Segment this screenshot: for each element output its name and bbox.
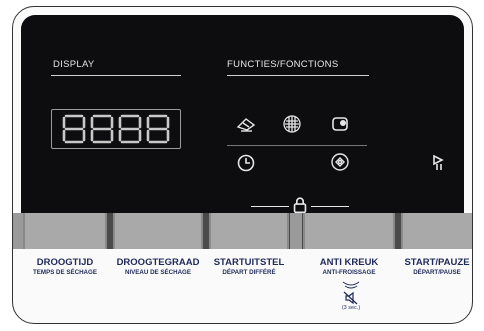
- drying-time-label: DROOGTIJD: [36, 257, 94, 268]
- drying-level-button[interactable]: [113, 213, 203, 249]
- lock-line-left: [251, 206, 289, 207]
- three-seconds-label: (3 sec.): [341, 305, 361, 311]
- functions-rule: [227, 75, 369, 76]
- functions-label: FUNCTIES/FONCTIONS: [227, 59, 339, 70]
- display-label: DISPLAY: [53, 59, 95, 70]
- mute-icon: [343, 291, 359, 305]
- play-pause-icon: [427, 151, 449, 173]
- control-panel-bezel: DISPLAY FUNCTIES/FONCTIONS 8888: [12, 6, 473, 324]
- delay-start-button[interactable]: [209, 213, 289, 249]
- timer-icon: [235, 151, 257, 173]
- delay-start-label: STARTUITSTEL: [213, 257, 285, 268]
- rack-icon: [329, 113, 351, 135]
- sound-waves-icon: [339, 279, 363, 291]
- display-rule: [51, 75, 181, 76]
- anti-crease-label: ANTI KREUK: [319, 257, 379, 268]
- lock-line-right: [311, 206, 349, 207]
- strip-gap: [290, 213, 302, 249]
- start-pause-sublabel: DÉPART/PAUSE: [413, 269, 461, 276]
- digits-graphic: [62, 114, 170, 144]
- icons-divider: [227, 145, 367, 146]
- drying-level-label: DROOGTEGRAAD: [116, 257, 200, 268]
- extra-icon: [329, 151, 351, 173]
- strip-gap: [13, 213, 23, 249]
- anti-crease-button[interactable]: [303, 213, 395, 249]
- delay-start-sublabel: DÉPART DIFFÉRÉ: [222, 269, 276, 276]
- iron-icon: [235, 113, 257, 135]
- drying-time-sublabel: TEMPS DE SÉCHAGE: [33, 269, 97, 276]
- anti-crease-sublabel: ANTI-FROISSAGE: [322, 269, 376, 276]
- start-pause-label: START/PAUZE: [404, 257, 470, 268]
- drying-time-button[interactable]: [23, 213, 107, 249]
- control-panel-display-area: DISPLAY FUNCTIES/FONCTIONS 8888: [21, 15, 464, 221]
- drying-level-sublabel: NIVEAU DE SÉCHAGE: [124, 269, 191, 276]
- start-pause-button[interactable]: [401, 213, 472, 249]
- seven-segment-display: 8888: [51, 109, 181, 149]
- lock-icon: [290, 195, 310, 215]
- drum-icon: [281, 113, 303, 135]
